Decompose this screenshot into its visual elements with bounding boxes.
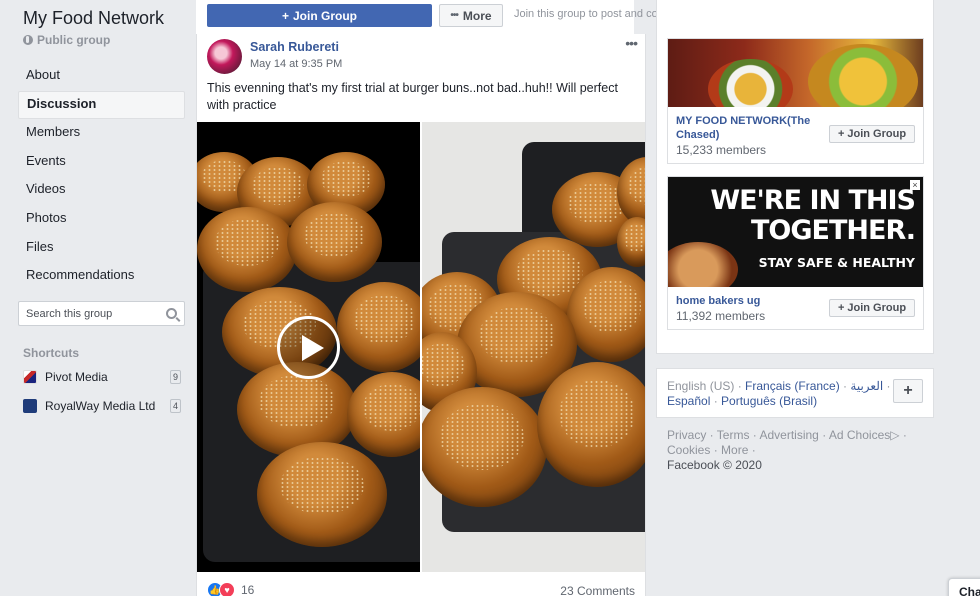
footer-link-more[interactable]: More	[721, 443, 748, 457]
plus-icon: +	[837, 302, 845, 314]
group-title[interactable]: My Food Network	[23, 8, 164, 29]
current-language: English (US)	[667, 379, 735, 393]
group-cover-image[interactable]	[668, 39, 923, 107]
suggested-group-members: 11,392 members	[676, 309, 766, 323]
footer-link-ad-choices[interactable]: Ad Choices	[829, 428, 890, 442]
post-video[interactable]	[197, 122, 420, 572]
language-link-spanish[interactable]: Español	[667, 394, 710, 408]
post-text: This evenning that's my first trial at b…	[207, 81, 618, 112]
suggested-group-name[interactable]: home bakers ug	[676, 294, 760, 308]
language-selector: English (US) · Français (France) · العرب…	[656, 368, 934, 418]
shortcut-royalway-media[interactable]: RoyalWay Media Ltd 4	[23, 396, 183, 416]
copyright: Facebook © 2020	[667, 458, 762, 472]
food-plate-shape	[708, 59, 793, 107]
close-icon[interactable]: ×	[910, 180, 920, 190]
language-link-french[interactable]: Français (France)	[745, 379, 840, 393]
suggested-group-name[interactable]: MY FOOD NETWORK(The Chased)	[676, 114, 821, 142]
footer-link-terms[interactable]: Terms	[717, 428, 750, 442]
royalway-logo-icon	[23, 399, 37, 413]
suggested-groups-panel: MY FOOD NETWORK(The Chased) 15,233 membe…	[656, 0, 934, 354]
cover-headline-line: WE'RE IN THIS	[710, 185, 916, 216]
post-timestamp[interactable]: May 14 at 9:35 PM	[250, 58, 342, 70]
food-plate-shape	[808, 44, 918, 107]
group-privacy-label: Public group	[37, 33, 111, 47]
shortcut-count: 4	[170, 399, 181, 413]
bun-shape	[257, 442, 387, 547]
bun-shape	[422, 387, 547, 507]
nav-item-photos[interactable]: Photos	[18, 205, 185, 234]
join-group-label: Join Group	[293, 8, 357, 23]
nav-item-members[interactable]: Members	[18, 119, 185, 148]
join-label: Join Group	[847, 302, 907, 314]
more-dots-icon: •••	[450, 10, 458, 21]
nav-item-events[interactable]: Events	[18, 148, 185, 177]
post-author[interactable]: Sarah Rubereti	[250, 40, 339, 54]
language-link-portuguese[interactable]: Português (Brasil)	[721, 394, 817, 408]
globe-icon	[23, 35, 33, 45]
join-group-button[interactable]: + Join Group	[207, 4, 432, 27]
group-nav: About Discussion Members Events Videos P…	[18, 62, 185, 291]
footer-link-cookies[interactable]: Cookies	[667, 443, 710, 457]
shortcut-label: Pivot Media	[45, 370, 108, 384]
bun-shape	[287, 202, 382, 282]
suggested-join-button[interactable]: + Join Group	[829, 125, 915, 143]
comments-count-link[interactable]: 23 Comments	[560, 584, 635, 596]
nav-item-discussion[interactable]: Discussion	[18, 90, 185, 120]
ad-choices-icon[interactable]: ▷	[890, 428, 899, 442]
cover-headline-line: TOGETHER.	[751, 215, 916, 246]
post-options-icon[interactable]: •••	[625, 35, 638, 51]
pivot-media-logo-icon	[23, 370, 37, 384]
join-label: Join Group	[847, 128, 907, 140]
group-search[interactable]	[18, 301, 185, 326]
avatar[interactable]	[207, 39, 242, 74]
footer-link-advertising[interactable]: Advertising	[759, 428, 818, 442]
more-button[interactable]: ••• More	[439, 4, 503, 27]
group-cover-image[interactable]: WE'RE IN THIS TOGETHER. STAY SAFE & HEAL…	[668, 177, 923, 287]
language-link-arabic[interactable]: العربية	[850, 379, 883, 393]
shortcut-label: RoyalWay Media Ltd	[45, 399, 156, 413]
reaction-count: 16	[241, 583, 255, 596]
nav-item-recommendations[interactable]: Recommendations	[18, 262, 185, 291]
shortcut-pivot-media[interactable]: Pivot Media 9	[23, 367, 183, 387]
search-input[interactable]	[26, 307, 156, 320]
nav-item-about[interactable]: About	[18, 62, 185, 91]
footer: Privacy · Terms · Advertising · Ad Choic…	[667, 428, 907, 472]
plus-icon: +	[837, 128, 845, 140]
suggested-group-card: WE'RE IN THIS TOGETHER. STAY SAFE & HEAL…	[667, 176, 924, 330]
more-languages-button[interactable]: +	[893, 379, 923, 403]
left-sidebar: My Food Network Public group About Discu…	[0, 0, 194, 596]
shortcut-count: 9	[170, 370, 181, 384]
nav-item-videos[interactable]: Videos	[18, 176, 185, 205]
suggested-group-card: MY FOOD NETWORK(The Chased) 15,233 membe…	[667, 38, 924, 164]
bun-shape	[197, 207, 297, 292]
search-icon[interactable]	[166, 308, 177, 319]
reaction-summary[interactable]: 👍 ♥ 16	[207, 582, 254, 596]
more-label: More	[462, 8, 492, 23]
suggested-group-members: 15,233 members	[676, 143, 767, 157]
suggested-join-button[interactable]: + Join Group	[829, 299, 915, 317]
group-privacy: Public group	[23, 33, 110, 47]
post-card: Sarah Rubereti May 14 at 9:35 PM ••• Thi…	[196, 34, 646, 596]
love-reaction-icon: ♥	[219, 582, 235, 596]
footer-link-privacy[interactable]: Privacy	[667, 428, 706, 442]
plus-icon: +	[281, 8, 289, 23]
shortcuts-heading: Shortcuts	[23, 346, 80, 360]
nav-item-files[interactable]: Files	[18, 234, 185, 263]
chat-tab[interactable]: Cha	[948, 578, 980, 596]
food-plate-shape	[668, 242, 738, 287]
cover-tagline: STAY SAFE & HEALTHY	[758, 255, 915, 270]
post-photo[interactable]	[422, 122, 645, 572]
play-icon[interactable]	[277, 316, 340, 379]
bun-shape	[537, 362, 645, 487]
